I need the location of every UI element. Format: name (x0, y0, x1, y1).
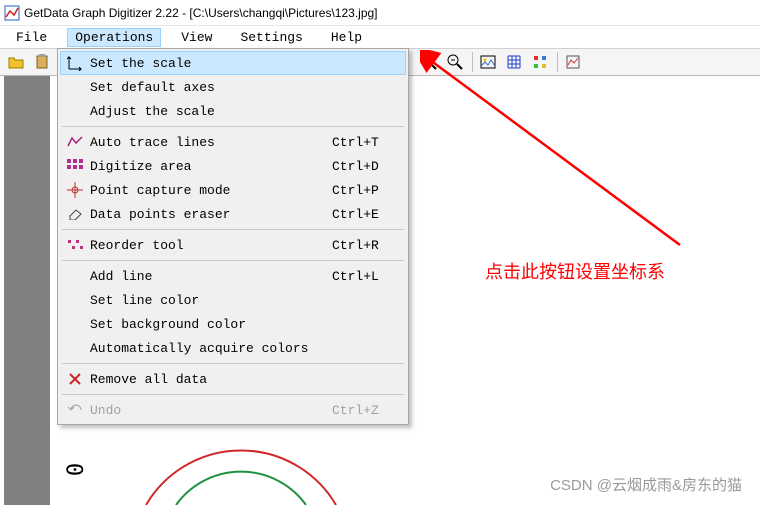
paste-icon[interactable] (30, 50, 54, 74)
menu-digitize-area[interactable]: Digitize area Ctrl+D (60, 154, 406, 178)
menu-operations[interactable]: Operations (67, 28, 161, 47)
menu-item-label: Set the scale (90, 56, 402, 71)
menu-item-accel: Ctrl+E (332, 207, 402, 222)
background-figure: 0 (70, 445, 370, 505)
menu-separator (62, 394, 404, 395)
palette-icon[interactable] (528, 50, 552, 74)
menu-item-accel: Ctrl+L (332, 269, 402, 284)
annotation-text: 点击此按钮设置坐标系 (485, 258, 665, 284)
menu-item-label: Undo (90, 403, 332, 418)
menu-undo: Undo Ctrl+Z (60, 398, 406, 422)
eraser-icon (64, 205, 86, 223)
delete-icon (64, 370, 86, 388)
toolbar-separator (472, 52, 473, 72)
menu-add-line[interactable]: Add line Ctrl+L (60, 264, 406, 288)
menu-item-label: Set line color (90, 293, 402, 308)
watermark: CSDN @云烟成雨&房东的猫 (550, 474, 742, 495)
window-title: GetData Graph Digitizer 2.22 - [C:\Users… (24, 6, 378, 20)
menu-separator (62, 126, 404, 127)
menu-file[interactable]: File (8, 28, 55, 47)
menu-item-label: Add line (90, 269, 332, 284)
menu-set-bg-color[interactable]: Set background color (60, 312, 406, 336)
menu-item-label: Automatically acquire colors (90, 341, 402, 356)
menu-item-label: Auto trace lines (90, 135, 332, 150)
zoom-out-icon[interactable] (443, 50, 467, 74)
menu-item-label: Set default axes (90, 80, 402, 95)
digitize-area-icon (64, 157, 86, 175)
menu-item-accel: Ctrl+T (332, 135, 402, 150)
menu-set-default-axes[interactable]: Set default axes (60, 75, 406, 99)
menu-item-accel: Ctrl+D (332, 159, 402, 174)
menu-item-accel: Ctrl+R (332, 238, 402, 253)
titlebar: GetData Graph Digitizer 2.22 - [C:\Users… (0, 0, 760, 26)
menu-set-line-color[interactable]: Set line color (60, 288, 406, 312)
menu-separator (62, 363, 404, 364)
menu-separator (62, 260, 404, 261)
menu-adjust-scale[interactable]: Adjust the scale (60, 99, 406, 123)
menu-remove-all-data[interactable]: Remove all data (60, 367, 406, 391)
zoom-in-icon[interactable] (417, 50, 441, 74)
menu-item-label: Remove all data (90, 372, 402, 387)
toolbar-separator (557, 52, 558, 72)
menu-set-scale[interactable]: Set the scale (60, 51, 406, 75)
menubar: File Operations View Settings Help (0, 26, 760, 48)
menu-item-accel: Ctrl+P (332, 183, 402, 198)
menu-item-label: Reorder tool (90, 238, 332, 253)
grid-icon[interactable] (502, 50, 526, 74)
menu-help[interactable]: Help (323, 28, 370, 47)
menu-settings[interactable]: Settings (232, 28, 310, 47)
menu-item-label: Adjust the scale (90, 104, 402, 119)
menu-point-capture[interactable]: Point capture mode Ctrl+P (60, 178, 406, 202)
menu-item-accel: Ctrl+Z (332, 403, 402, 418)
menu-separator (62, 229, 404, 230)
point-capture-icon (64, 181, 86, 199)
menu-item-label: Digitize area (90, 159, 332, 174)
axis-zero-label: 0 (64, 463, 89, 476)
set-scale-icon (64, 54, 86, 72)
info-icon[interactable] (561, 50, 585, 74)
operations-dropdown: Set the scale Set default axes Adjust th… (57, 48, 409, 425)
auto-trace-icon (64, 133, 86, 151)
menu-item-label: Point capture mode (90, 183, 332, 198)
menu-reorder-tool[interactable]: Reorder tool Ctrl+R (60, 233, 406, 257)
menu-item-label: Data points eraser (90, 207, 332, 222)
reorder-icon (64, 236, 86, 254)
menu-auto-colors[interactable]: Automatically acquire colors (60, 336, 406, 360)
app-icon (4, 5, 20, 21)
menu-view[interactable]: View (173, 28, 220, 47)
menu-item-label: Set background color (90, 317, 402, 332)
menu-data-eraser[interactable]: Data points eraser Ctrl+E (60, 202, 406, 226)
menu-auto-trace[interactable]: Auto trace lines Ctrl+T (60, 130, 406, 154)
image-ruler-strip (4, 76, 50, 505)
image-icon[interactable] (476, 50, 500, 74)
open-icon[interactable] (4, 50, 28, 74)
undo-icon (64, 401, 86, 419)
